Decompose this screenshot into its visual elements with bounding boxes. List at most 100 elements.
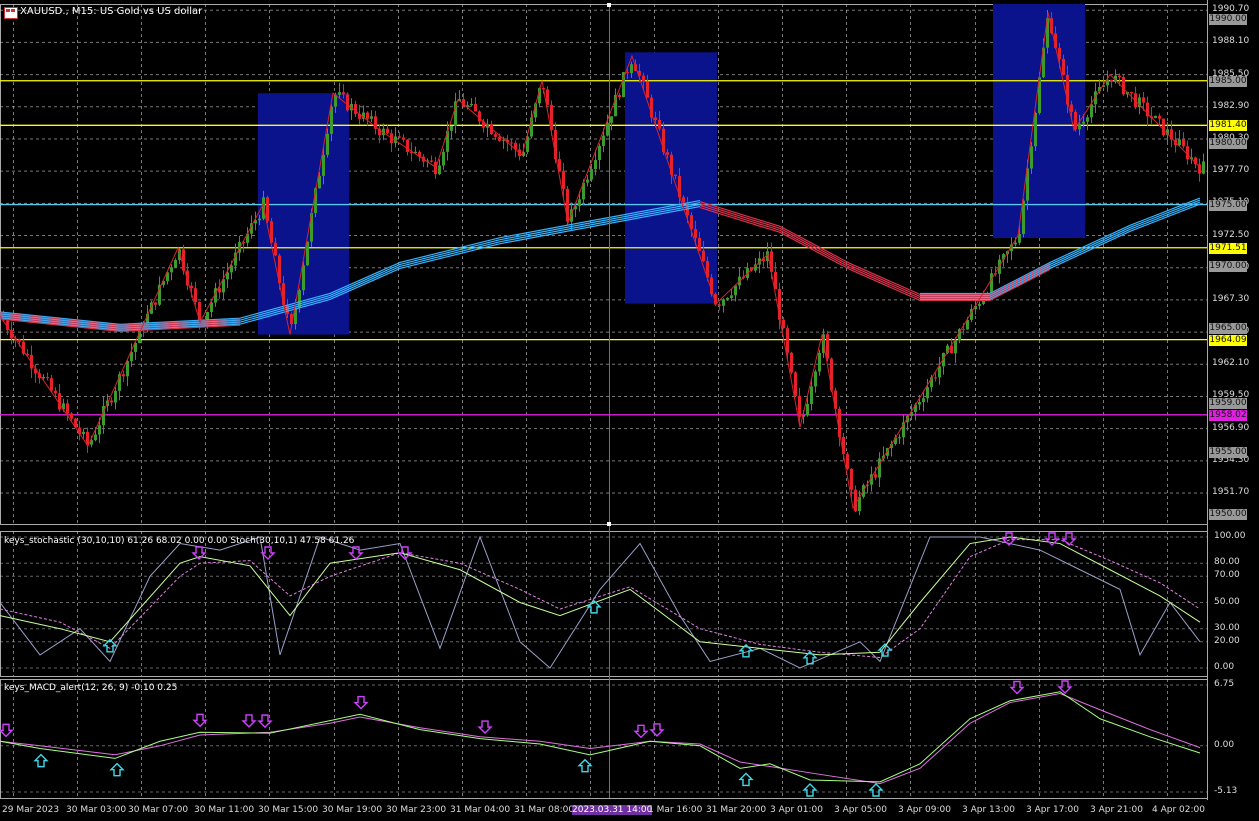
candle bbox=[618, 94, 621, 98]
stoch-tick-label: 80.00 bbox=[1214, 557, 1240, 568]
candle bbox=[578, 199, 581, 207]
time-axis-label: 3 Apr 09:00 bbox=[898, 805, 951, 815]
candle bbox=[594, 160, 597, 170]
candle bbox=[722, 299, 725, 306]
candle bbox=[666, 152, 669, 155]
candle bbox=[1062, 58, 1065, 75]
candle bbox=[398, 136, 401, 138]
candle bbox=[818, 352, 821, 372]
price-tick-label: 1972.50 bbox=[1212, 229, 1250, 240]
level-price-tag: 1975.00 bbox=[1209, 199, 1247, 211]
time-axis-label: 31 Mar 20:00 bbox=[706, 805, 767, 815]
crosshair-handle bbox=[607, 522, 611, 526]
candle bbox=[318, 175, 321, 189]
chart-canvas[interactable] bbox=[0, 0, 1259, 821]
macd-signal-line bbox=[0, 693, 1201, 785]
up-arrow-icon bbox=[577, 758, 593, 773]
candle bbox=[1058, 47, 1061, 59]
candle bbox=[346, 94, 349, 111]
candle bbox=[366, 112, 369, 119]
down-arrow-icon bbox=[649, 723, 665, 737]
down-arrow-icon bbox=[241, 714, 257, 728]
candle bbox=[630, 64, 633, 74]
candle bbox=[326, 133, 329, 155]
candle bbox=[790, 352, 793, 373]
candle bbox=[654, 117, 657, 120]
time-axis-label: 3 Apr 17:00 bbox=[1026, 805, 1079, 815]
candle bbox=[730, 295, 733, 298]
price-tag: 1970.00 bbox=[1209, 261, 1247, 273]
candle bbox=[826, 334, 829, 359]
candle bbox=[98, 425, 101, 435]
level-price-tag: 1985.00 bbox=[1209, 75, 1247, 87]
candle bbox=[306, 241, 309, 266]
candle bbox=[850, 468, 853, 490]
candle bbox=[266, 197, 269, 222]
candle bbox=[962, 329, 965, 331]
price-tick-label: 1967.30 bbox=[1212, 293, 1250, 304]
candle bbox=[934, 377, 937, 379]
up-arrow-icon bbox=[109, 762, 125, 777]
candle bbox=[18, 339, 21, 342]
candle bbox=[878, 458, 881, 478]
level-price-tag: 1958.02 bbox=[1209, 409, 1247, 421]
candle bbox=[470, 103, 473, 106]
stoch-tick-label: 0.00 bbox=[1214, 662, 1235, 672]
candle bbox=[114, 390, 117, 403]
down-arrow-icon bbox=[192, 713, 208, 728]
candle bbox=[1130, 91, 1133, 94]
up-arrow-icon bbox=[738, 772, 754, 787]
candle bbox=[658, 119, 661, 129]
price-tick-label: 1951.70 bbox=[1212, 487, 1250, 498]
candle bbox=[782, 319, 785, 329]
stoch-tick-label: 20.00 bbox=[1214, 635, 1240, 646]
candle bbox=[258, 218, 261, 221]
level-price-tag: 1981.40 bbox=[1209, 120, 1247, 132]
candle bbox=[342, 92, 345, 95]
candle bbox=[1118, 75, 1121, 77]
candle bbox=[46, 376, 49, 379]
candle bbox=[330, 106, 333, 134]
down-arrow-icon bbox=[477, 720, 493, 735]
candle bbox=[210, 302, 213, 313]
price-tick-label: 1988.10 bbox=[1212, 36, 1250, 47]
up-arrow-icon bbox=[33, 753, 49, 768]
time-axis-label: 31 Mar 08:00 bbox=[514, 805, 575, 815]
candle bbox=[174, 259, 177, 268]
down-arrow-icon bbox=[0, 723, 14, 738]
candle bbox=[854, 489, 857, 512]
candle bbox=[1158, 115, 1161, 119]
price-tick-label: 1962.10 bbox=[1212, 358, 1250, 369]
price-tick-label: 1956.90 bbox=[1212, 422, 1250, 433]
candle bbox=[126, 361, 129, 377]
candle bbox=[602, 135, 605, 146]
candle bbox=[110, 400, 113, 403]
candle bbox=[274, 242, 277, 256]
macd-label: keys_MACD_alert(12, 26, 9) -0.10 0.25 bbox=[4, 683, 178, 693]
candle bbox=[442, 151, 445, 166]
candle bbox=[794, 372, 797, 396]
price-tag: 1965.00 bbox=[1209, 323, 1247, 335]
price-tag: 1990.00 bbox=[1209, 13, 1247, 25]
candle bbox=[734, 285, 737, 296]
window-menu-icon[interactable] bbox=[4, 7, 18, 19]
candle bbox=[586, 179, 589, 183]
candle bbox=[510, 142, 513, 144]
candle bbox=[898, 437, 901, 439]
zone-box bbox=[258, 93, 349, 335]
candle bbox=[1122, 76, 1125, 95]
candle bbox=[58, 393, 61, 410]
candle bbox=[478, 111, 481, 122]
candle bbox=[338, 92, 341, 95]
candle bbox=[1034, 112, 1037, 147]
candle bbox=[1142, 97, 1145, 103]
candle bbox=[810, 386, 813, 404]
price-tag: 1950.00 bbox=[1209, 509, 1247, 521]
down-arrow-icon bbox=[1057, 680, 1073, 694]
macd-tick-label: -5.13 bbox=[1214, 786, 1238, 796]
candle bbox=[54, 390, 57, 394]
candle bbox=[402, 137, 405, 140]
down-arrow-icon bbox=[353, 695, 369, 710]
candle bbox=[798, 395, 801, 417]
chart-title: XAUUSD., M15: US Gold vs US dollar bbox=[20, 6, 203, 17]
